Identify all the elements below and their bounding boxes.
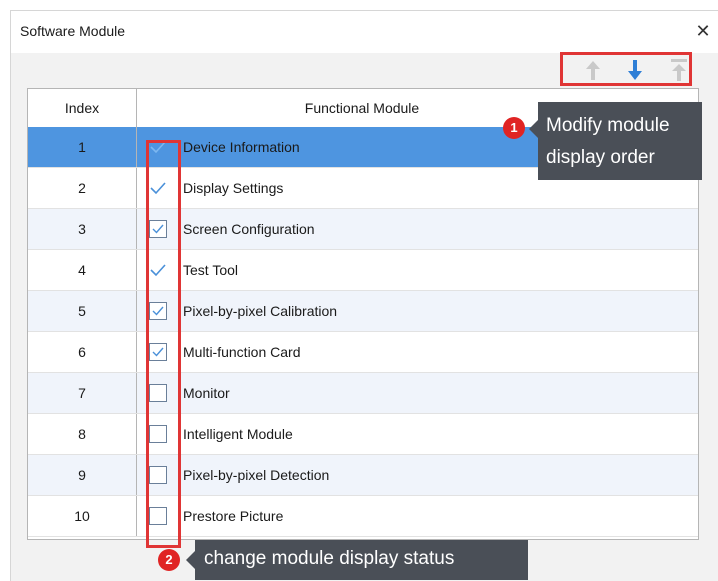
module-name: Pixel-by-pixel Detection (183, 467, 330, 483)
module-name: Multi-function Card (183, 344, 301, 360)
row-index: 7 (28, 373, 137, 413)
table-row[interactable]: 6 Multi-function Card (28, 332, 698, 373)
module-name: Display Settings (183, 180, 284, 196)
table-row[interactable]: 3 Screen Configuration (28, 209, 698, 250)
move-to-top-icon[interactable] (666, 56, 692, 84)
row-index: 5 (28, 291, 137, 331)
order-callout: Modify module display order (529, 102, 702, 180)
table-row[interactable]: 5 Pixel-by-pixel Calibration (28, 291, 698, 332)
module-name: Intelligent Module (183, 426, 293, 442)
table-row[interactable]: 4 Test Tool (28, 250, 698, 291)
row-index: 8 (28, 414, 137, 454)
column-header-index: Index (28, 89, 137, 127)
row-index: 9 (28, 455, 137, 495)
table-row[interactable]: 7 Monitor (28, 373, 698, 414)
row-index: 6 (28, 332, 137, 372)
title-bar: Software Module ✕ (11, 11, 718, 53)
module-name: Test Tool (183, 262, 238, 278)
callout-pointer (529, 120, 538, 138)
move-up-icon[interactable] (580, 56, 606, 84)
module-name: Pixel-by-pixel Calibration (183, 303, 338, 319)
module-name: Device Information (183, 139, 300, 155)
close-icon[interactable]: ✕ (691, 19, 715, 43)
module-name: Screen Configuration (183, 221, 315, 237)
row-index: 10 (28, 496, 137, 536)
window-title: Software Module (20, 23, 126, 39)
module-name: Monitor (183, 385, 230, 401)
annotation-badge-2: 2 (158, 549, 180, 571)
row-index: 3 (28, 209, 137, 249)
table-row[interactable]: 8 Intelligent Module (28, 414, 698, 455)
annotation-badge-1: 1 (503, 117, 525, 139)
row-index: 1 (28, 127, 137, 167)
row-index: 2 (28, 168, 137, 208)
module-name: Prestore Picture (183, 508, 284, 524)
order-callout-line2: display order (546, 147, 655, 168)
order-callout-line1: Modify module (546, 115, 670, 136)
status-callout-text: change module display status (204, 548, 455, 569)
status-column-highlight (146, 140, 181, 548)
callout-pointer (186, 551, 195, 569)
row-index: 4 (28, 250, 137, 290)
status-callout: change module display status (186, 540, 528, 580)
table-row[interactable]: 10 Prestore Picture (28, 496, 698, 537)
table-row[interactable]: 9 Pixel-by-pixel Detection (28, 455, 698, 496)
move-down-icon[interactable] (622, 56, 648, 84)
